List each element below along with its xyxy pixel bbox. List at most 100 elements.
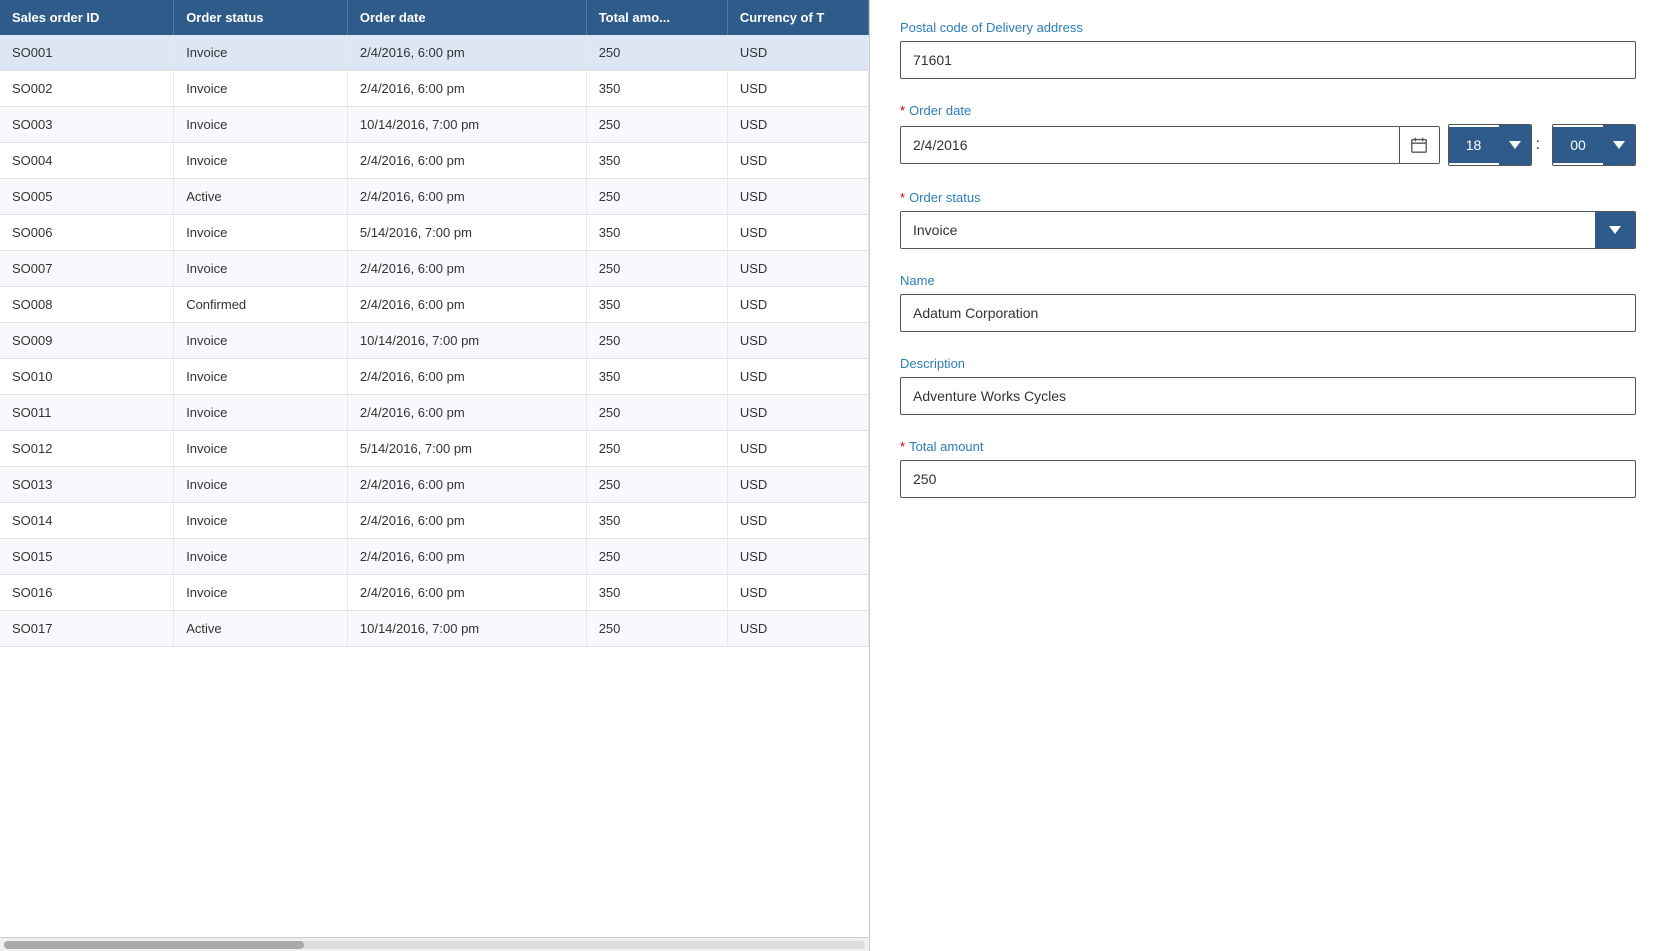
cell-amount: 250 [586, 179, 727, 215]
table-row[interactable]: SO002Invoice2/4/2016, 6:00 pm350USD [0, 71, 869, 107]
table-row[interactable]: SO006Invoice5/14/2016, 7:00 pm350USD [0, 215, 869, 251]
table-row[interactable]: SO009Invoice10/14/2016, 7:00 pm250USD [0, 323, 869, 359]
postal-code-input[interactable] [900, 41, 1636, 79]
cell-amount: 250 [586, 611, 727, 647]
cell-id: SO017 [0, 611, 174, 647]
col-header-id[interactable]: Sales order ID [0, 0, 174, 35]
table-row[interactable]: SO011Invoice2/4/2016, 6:00 pm250USD [0, 395, 869, 431]
table-row[interactable]: SO014Invoice2/4/2016, 6:00 pm350USD [0, 503, 869, 539]
description-input[interactable] [900, 377, 1636, 415]
cell-currency: USD [727, 71, 868, 107]
name-input[interactable] [900, 294, 1636, 332]
main-container: Sales order ID Order status Order date T… [0, 0, 1666, 951]
table-wrapper[interactable]: Sales order ID Order status Order date T… [0, 0, 869, 937]
cell-amount: 250 [586, 35, 727, 71]
cell-date: 5/14/2016, 7:00 pm [347, 215, 586, 251]
order-date-group: *Order date 18 [900, 103, 1636, 166]
calendar-button[interactable] [1399, 127, 1439, 163]
cell-status: Active [174, 179, 348, 215]
cell-date: 2/4/2016, 6:00 pm [347, 179, 586, 215]
cell-date: 2/4/2016, 6:00 pm [347, 35, 586, 71]
time-separator: : [1532, 136, 1544, 154]
table-row[interactable]: SO003Invoice10/14/2016, 7:00 pm250USD [0, 107, 869, 143]
cell-date: 10/14/2016, 7:00 pm [347, 107, 586, 143]
cell-date: 2/4/2016, 6:00 pm [347, 395, 586, 431]
cell-id: SO015 [0, 539, 174, 575]
order-date-input[interactable] [901, 127, 1399, 163]
postal-code-group: Postal code of Delivery address [900, 20, 1636, 79]
order-status-dropdown-arrow [1609, 226, 1621, 234]
description-label: Description [900, 356, 1636, 371]
order-status-value: Invoice [901, 212, 1595, 248]
cell-date: 10/14/2016, 7:00 pm [347, 611, 586, 647]
table-row[interactable]: SO007Invoice2/4/2016, 6:00 pm250USD [0, 251, 869, 287]
order-date-label: *Order date [900, 103, 1636, 118]
total-amount-input[interactable] [900, 460, 1636, 498]
cell-date: 5/14/2016, 7:00 pm [347, 431, 586, 467]
cell-amount: 250 [586, 323, 727, 359]
cell-status: Invoice [174, 503, 348, 539]
date-field-wrapper [900, 126, 1440, 164]
cell-status: Invoice [174, 35, 348, 71]
cell-currency: USD [727, 35, 868, 71]
table-row[interactable]: SO005Active2/4/2016, 6:00 pm250USD [0, 179, 869, 215]
cell-currency: USD [727, 539, 868, 575]
cell-status: Invoice [174, 467, 348, 503]
cell-currency: USD [727, 287, 868, 323]
col-header-status[interactable]: Order status [174, 0, 348, 35]
cell-amount: 250 [586, 395, 727, 431]
cell-status: Invoice [174, 539, 348, 575]
cell-amount: 350 [586, 287, 727, 323]
table-row[interactable]: SO004Invoice2/4/2016, 6:00 pm350USD [0, 143, 869, 179]
table-row[interactable]: SO008Confirmed2/4/2016, 6:00 pm350USD [0, 287, 869, 323]
cell-currency: USD [727, 107, 868, 143]
order-status-dropdown-button[interactable] [1595, 212, 1635, 248]
cell-id: SO014 [0, 503, 174, 539]
date-time-row: 18 : 00 [900, 124, 1636, 166]
table-row[interactable]: SO016Invoice2/4/2016, 6:00 pm350USD [0, 575, 869, 611]
h-scrollbar-track [4, 941, 865, 949]
col-header-amount[interactable]: Total amo... [586, 0, 727, 35]
cell-status: Confirmed [174, 287, 348, 323]
cell-date: 2/4/2016, 6:00 pm [347, 467, 586, 503]
hour-value: 18 [1449, 127, 1499, 163]
calendar-icon [1410, 136, 1428, 154]
order-status-required-star: * [900, 190, 905, 205]
cell-status: Invoice [174, 215, 348, 251]
table-row[interactable]: SO001Invoice2/4/2016, 6:00 pm250USD [0, 35, 869, 71]
cell-currency: USD [727, 143, 868, 179]
table-row[interactable]: SO013Invoice2/4/2016, 6:00 pm250USD [0, 467, 869, 503]
cell-amount: 250 [586, 251, 727, 287]
cell-status: Invoice [174, 107, 348, 143]
horizontal-scrollbar[interactable] [0, 937, 869, 951]
hour-select-wrapper: 18 [1448, 124, 1532, 166]
minute-dropdown-button[interactable] [1603, 125, 1635, 165]
cell-date: 2/4/2016, 6:00 pm [347, 503, 586, 539]
cell-date: 2/4/2016, 6:00 pm [347, 359, 586, 395]
cell-date: 2/4/2016, 6:00 pm [347, 539, 586, 575]
cell-currency: USD [727, 359, 868, 395]
cell-id: SO011 [0, 395, 174, 431]
cell-status: Invoice [174, 71, 348, 107]
cell-status: Invoice [174, 431, 348, 467]
cell-currency: USD [727, 251, 868, 287]
table-row[interactable]: SO010Invoice2/4/2016, 6:00 pm350USD [0, 359, 869, 395]
cell-id: SO002 [0, 71, 174, 107]
cell-currency: USD [727, 611, 868, 647]
table-row[interactable]: SO015Invoice2/4/2016, 6:00 pm250USD [0, 539, 869, 575]
h-scrollbar-thumb[interactable] [4, 941, 304, 949]
cell-currency: USD [727, 395, 868, 431]
cell-date: 2/4/2016, 6:00 pm [347, 143, 586, 179]
name-group: Name [900, 273, 1636, 332]
minute-select-wrapper: 00 [1552, 124, 1636, 166]
table-row[interactable]: SO017Active10/14/2016, 7:00 pm250USD [0, 611, 869, 647]
cell-amount: 250 [586, 431, 727, 467]
cell-currency: USD [727, 323, 868, 359]
cell-amount: 350 [586, 215, 727, 251]
cell-date: 2/4/2016, 6:00 pm [347, 251, 586, 287]
hour-dropdown-button[interactable] [1499, 125, 1531, 165]
col-header-date[interactable]: Order date [347, 0, 586, 35]
cell-status: Invoice [174, 395, 348, 431]
col-header-currency[interactable]: Currency of T [727, 0, 868, 35]
table-row[interactable]: SO012Invoice5/14/2016, 7:00 pm250USD [0, 431, 869, 467]
